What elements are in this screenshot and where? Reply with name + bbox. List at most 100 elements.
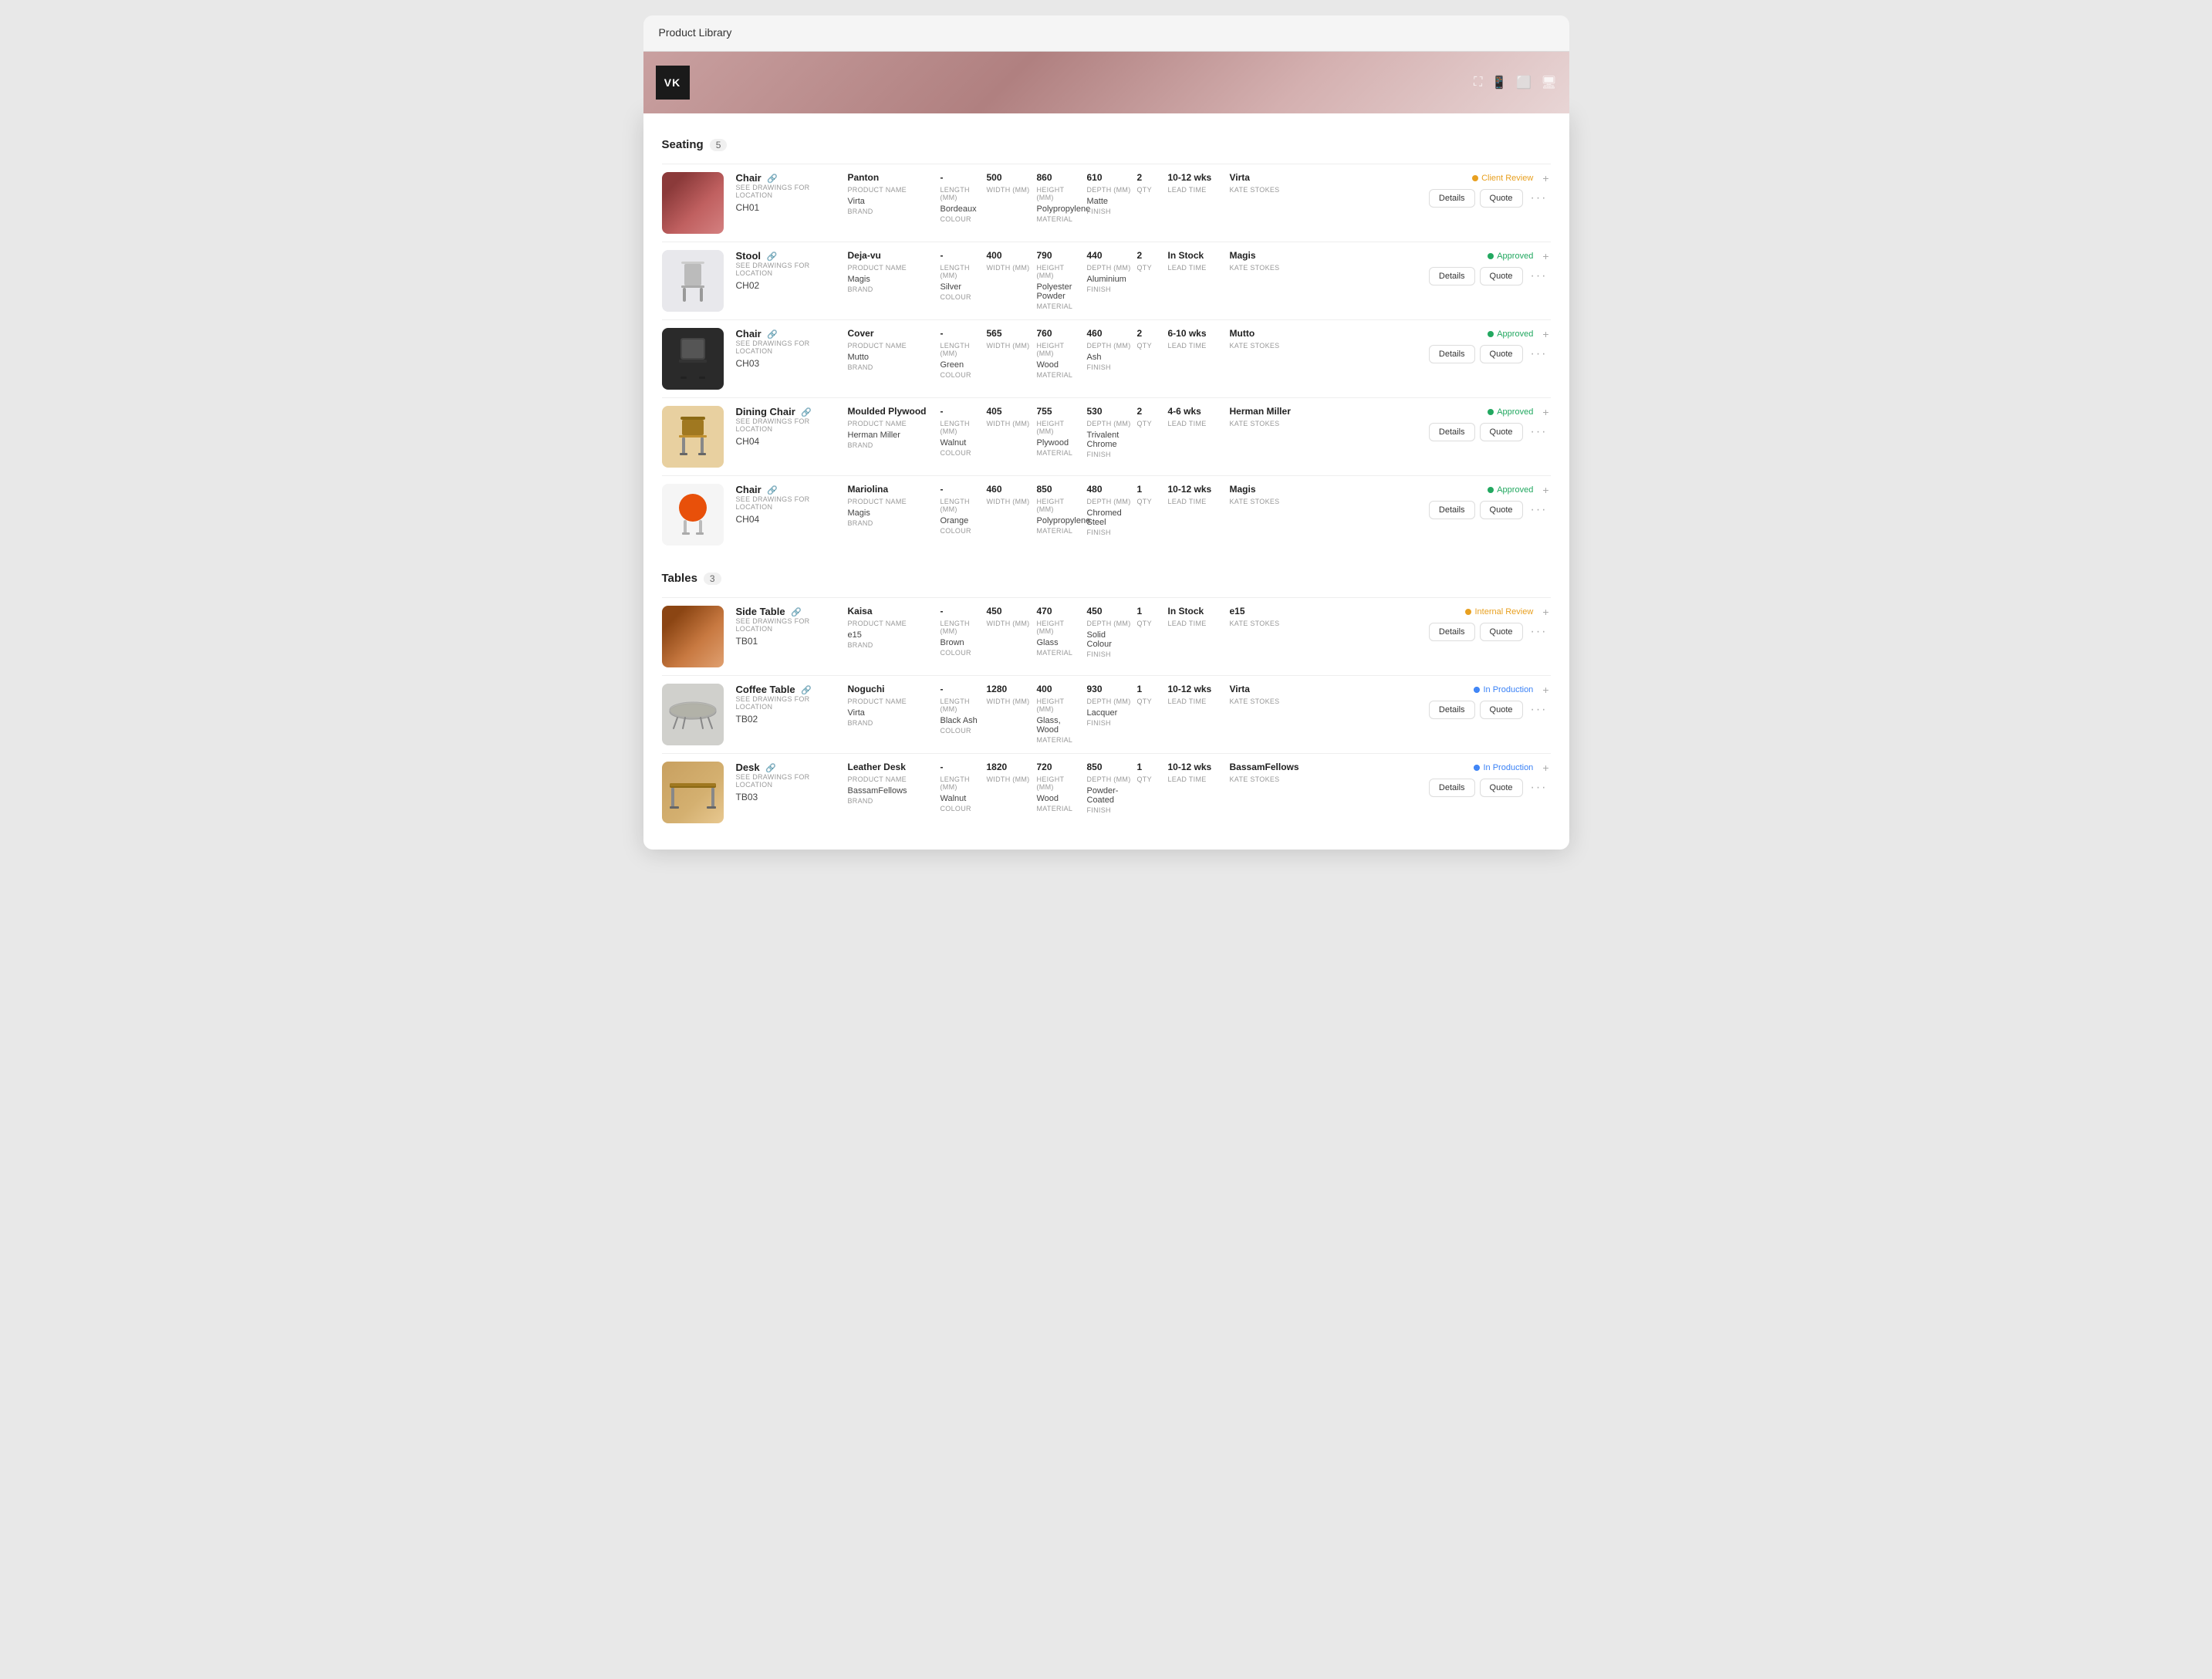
item-code: CH03 [736,358,842,369]
add-status-icon[interactable]: + [1541,484,1550,496]
product-image-tb03 [662,762,724,823]
tablet-icon[interactable]: ⬜ [1516,75,1532,90]
cell-brand: Magis [848,275,934,284]
link-icon[interactable]: 🔗 [767,485,778,495]
more-button[interactable]: ··· [1528,503,1551,517]
more-button[interactable]: ··· [1528,269,1551,283]
details-button[interactable]: Details [1429,623,1475,641]
action-buttons: Details Quote ··· [1429,423,1551,441]
col-product-name-ch02: Deja-vu PRODUCT NAME Magis BRAND [848,250,941,293]
more-button[interactable]: ··· [1528,625,1551,639]
section-count-seating: 5 [710,139,728,151]
details-button[interactable]: Details [1429,501,1475,519]
banner-controls[interactable]: ⛶ 📱 ⬜ 🖥 [1474,75,1556,90]
action-buttons: Details Quote ··· [1429,701,1551,719]
add-status-icon[interactable]: + [1541,684,1550,696]
table-row: Chair 🔗 SEE DRAWINGS FOR LOCATION CH01 P… [662,164,1551,242]
item-type: Chair 🔗 [736,328,842,340]
add-status-icon[interactable]: + [1541,606,1550,618]
col-depth-ch01: 610 DEPTH (MM) Matte FINISH [1087,172,1137,215]
col-assignee-ch02: Magis KATE STOKES [1230,250,1299,272]
status-badge: Approved [1483,406,1538,418]
quote-button[interactable]: Quote [1480,623,1523,641]
col-width-ch02: 400 WIDTH (MM) [987,250,1037,272]
section-header-tables: Tables 3 [662,572,1551,585]
more-button[interactable]: ··· [1528,425,1551,439]
add-status-icon[interactable]: + [1541,406,1550,418]
add-status-icon[interactable]: + [1541,172,1550,184]
table-row: Stool 🔗 SEE DRAWINGS FOR LOCATION CH02 D… [662,242,1551,319]
cell-qty: 2 [1137,172,1162,184]
quote-button[interactable]: Quote [1480,501,1523,519]
details-button[interactable]: Details [1429,423,1475,441]
logo-text: VK [664,76,680,89]
quote-button[interactable]: Quote [1480,701,1523,719]
col-width-ch01: 500 WIDTH (MM) [987,172,1037,194]
quote-button[interactable]: Quote [1480,345,1523,363]
item-sublabel: SEE DRAWINGS FOR LOCATION [736,184,842,199]
product-main-ch01: Chair 🔗 SEE DRAWINGS FOR LOCATION CH01 P… [736,172,1551,234]
col-lead-ch01: 10-12 wks LEAD TIME [1168,172,1230,194]
window-title: Product Library [659,26,732,39]
quote-button[interactable]: Quote [1480,189,1523,208]
col-assignee-ch01: Virta KATE STOKES [1230,172,1299,194]
status-row: Approved + [1483,250,1550,262]
col-name-ch01: Chair 🔗 SEE DRAWINGS FOR LOCATION CH01 [736,172,848,213]
product-main-tb02: Coffee Table 🔗 SEE DRAWINGS FOR LOCATION… [736,684,1551,745]
status-row: Approved + [1483,484,1550,496]
link-icon[interactable]: 🔗 [791,607,802,617]
status-badge: In Production [1469,762,1538,774]
cell-length: - [941,250,981,262]
quote-button[interactable]: Quote [1480,423,1523,441]
status-badge: In Production [1469,684,1538,696]
add-status-icon[interactable]: + [1541,250,1550,262]
product-image-ch01 [662,172,724,234]
details-button[interactable]: Details [1429,701,1475,719]
status-badge: Approved [1483,250,1538,262]
status-row: Approved + [1483,406,1550,418]
details-button[interactable]: Details [1429,189,1475,208]
col-depth-ch02: 440 DEPTH (MM) Aluminium FINISH [1087,250,1137,293]
status-dot [1472,175,1478,181]
add-status-icon[interactable]: + [1541,762,1550,774]
product-main-ch02: Stool 🔗 SEE DRAWINGS FOR LOCATION CH02 D… [736,250,1551,312]
item-sublabel: SEE DRAWINGS FOR LOCATION [736,262,842,277]
more-button[interactable]: ··· [1528,703,1551,717]
table-row: Coffee Table 🔗 SEE DRAWINGS FOR LOCATION… [662,675,1551,753]
more-button[interactable]: ··· [1528,347,1551,361]
link-icon[interactable]: 🔗 [767,252,778,262]
section-divider [662,553,1551,566]
col-length-ch02: - LENGTH (MM) Silver COLOUR [941,250,987,301]
cell-material: Polypropylene [1037,204,1081,214]
more-button[interactable]: ··· [1528,781,1551,795]
link-icon[interactable]: 🔗 [801,685,812,695]
status-row: Client Review + [1467,172,1550,184]
mobile-icon[interactable]: 📱 [1491,75,1507,90]
cell-depth: 610 [1087,172,1131,184]
quote-button[interactable]: Quote [1480,779,1523,797]
details-button[interactable]: Details [1429,267,1475,285]
link-icon[interactable]: 🔗 [765,763,776,773]
item-type: Chair 🔗 [736,172,842,184]
add-status-icon[interactable]: + [1541,328,1550,340]
link-icon[interactable]: 🔗 [801,407,812,417]
action-buttons: Details Quote ··· [1429,189,1551,208]
desktop-icon[interactable]: 🖥 [1541,75,1556,90]
quote-button[interactable]: Quote [1480,267,1523,285]
cell-assignee-label: KATE STOKES [1230,186,1293,194]
cell-product-name: Panton [848,172,934,184]
table-row: Dining Chair 🔗 SEE DRAWINGS FOR LOCATION… [662,397,1551,475]
cell-colour: Silver [941,282,981,292]
link-icon[interactable]: 🔗 [767,329,778,340]
details-button[interactable]: Details [1429,345,1475,363]
col-name-ch03: Chair 🔗 SEE DRAWINGS FOR LOCATION CH03 [736,328,848,369]
cell-assignee-name: Virta [1230,172,1293,184]
details-button[interactable]: Details [1429,779,1475,797]
section-count-tables: 3 [704,573,721,585]
more-button[interactable]: ··· [1528,191,1551,205]
crop-icon[interactable]: ⛶ [1474,76,1482,90]
link-icon[interactable]: 🔗 [767,174,778,184]
item-code: CH02 [736,280,842,291]
col-actions-ch02: Approved + Details Quote ··· [1427,250,1551,285]
product-image-ch03 [662,328,724,390]
